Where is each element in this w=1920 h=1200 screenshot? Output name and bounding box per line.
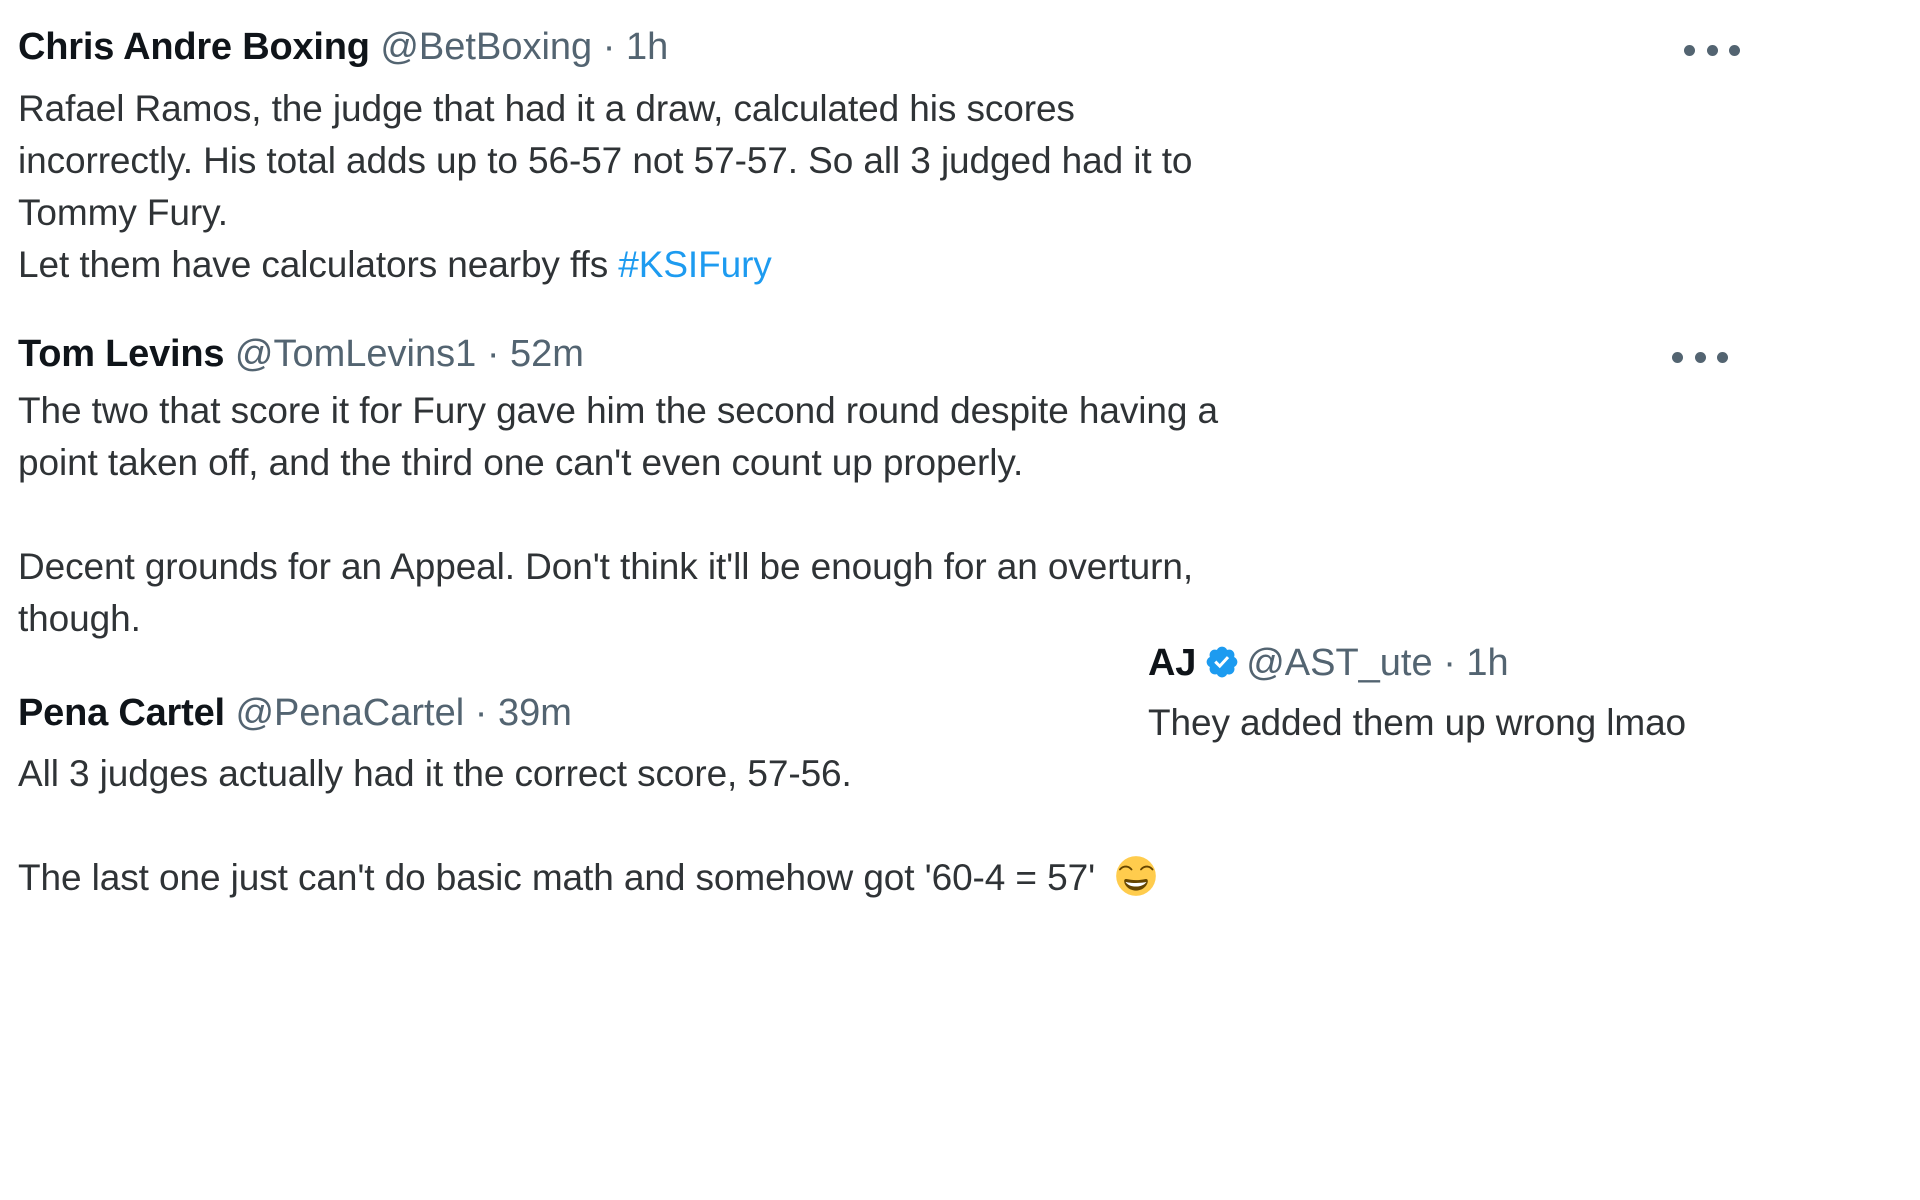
tweet-display-name[interactable]: Tom Levins [18, 333, 225, 375]
dot-3 [1729, 44, 1740, 56]
tweet-line: though. [18, 598, 141, 639]
tweet-line: They added them up wrong lmao [1148, 702, 1687, 743]
tweet-display-name[interactable]: Chris Andre Boxing [18, 26, 370, 68]
tweet-header-pena-cartel: Pena Cartel @PenaCartel · 39m [18, 690, 572, 736]
tweet-line: Rafael Ramos, the judge that had it a dr… [18, 88, 1075, 129]
tweet-paragraph: The last one just can't do basic math an… [18, 852, 1718, 904]
verified-badge-icon [1204, 644, 1240, 680]
tweet-handle[interactable]: @AST_ute [1246, 642, 1432, 684]
tweet-line: The two that score it for Fury gave him … [18, 390, 1218, 431]
tweet-line: All 3 judges actually had it the correct… [18, 753, 852, 794]
tweet-separator: · [1443, 642, 1456, 684]
tweet-separator: · [474, 692, 488, 734]
tweet-paragraph: Decent grounds for an Appeal. Don't thin… [18, 541, 1808, 645]
grinning-face-with-smiling-eyes-emoji [1115, 855, 1157, 897]
tweet-header-tom-levins: Tom Levins @TomLevins1 · 52m [18, 331, 584, 377]
tweet-separator: · [602, 26, 616, 68]
tweet-paragraph: They added them up wrong lmao [1148, 697, 1908, 749]
tweet-body-tom-levins: The two that score it for Fury gave him … [18, 385, 1808, 645]
tweet-body-chris-andre-boxing: Rafael Ramos, the judge that had it a dr… [18, 83, 1778, 291]
tweet-line: Tommy Fury. [18, 192, 228, 233]
tweet-display-name[interactable]: AJ [1148, 642, 1196, 684]
tweet-line: point taken off, and the third one can't… [18, 442, 1024, 483]
tweet-paragraph: Let them have calculators nearby ffs #KS… [18, 239, 1778, 291]
tweet-paragraph: Rafael Ramos, the judge that had it a dr… [18, 83, 1778, 239]
tweet-handle[interactable]: @PenaCartel [235, 692, 464, 734]
tweet-separator: · [486, 333, 500, 375]
tweet-timestamp[interactable]: 1h [1466, 642, 1508, 684]
tweet-paragraph: The two that score it for Fury gave him … [18, 385, 1808, 489]
tweet-timestamp[interactable]: 1h [626, 26, 668, 68]
tweet-handle[interactable]: @BetBoxing [380, 26, 592, 68]
tweet-timestamp[interactable]: 39m [498, 692, 572, 734]
tweet-timestamp[interactable]: 52m [510, 333, 584, 375]
dot-1 [1684, 44, 1695, 56]
tweet-header-chris-andre-boxing: Chris Andre Boxing @BetBoxing · 1h [18, 24, 668, 70]
dot-3 [1717, 351, 1728, 363]
dot-2 [1694, 351, 1706, 363]
dot-1 [1672, 351, 1683, 363]
tweet-body-pena-cartel: All 3 judges actually had it the correct… [18, 748, 1718, 904]
tweet-line: incorrectly. His total adds up to 56-57 … [18, 140, 1193, 181]
tweet-header-aj: AJ @AST_ute · 1h [1148, 640, 1509, 686]
tweet-line: Let them have calculators nearby ffs [18, 244, 619, 285]
dot-2 [1706, 44, 1718, 56]
hashtag-link[interactable]: #KSIFury [618, 244, 772, 285]
tweet-body-aj: They added them up wrong lmao [1148, 697, 1908, 749]
tweet-line: Decent grounds for an Appeal. Don't thin… [18, 546, 1194, 587]
tweet-line: The last one just can't do basic math an… [18, 857, 1106, 898]
tweet-paragraph: All 3 judges actually had it the correct… [18, 748, 1718, 800]
tweet-handle[interactable]: @TomLevins1 [235, 333, 476, 375]
tweet-display-name[interactable]: Pena Cartel [18, 692, 225, 734]
more-options-icon[interactable] [1672, 345, 1728, 369]
more-options-icon[interactable] [1684, 38, 1740, 62]
